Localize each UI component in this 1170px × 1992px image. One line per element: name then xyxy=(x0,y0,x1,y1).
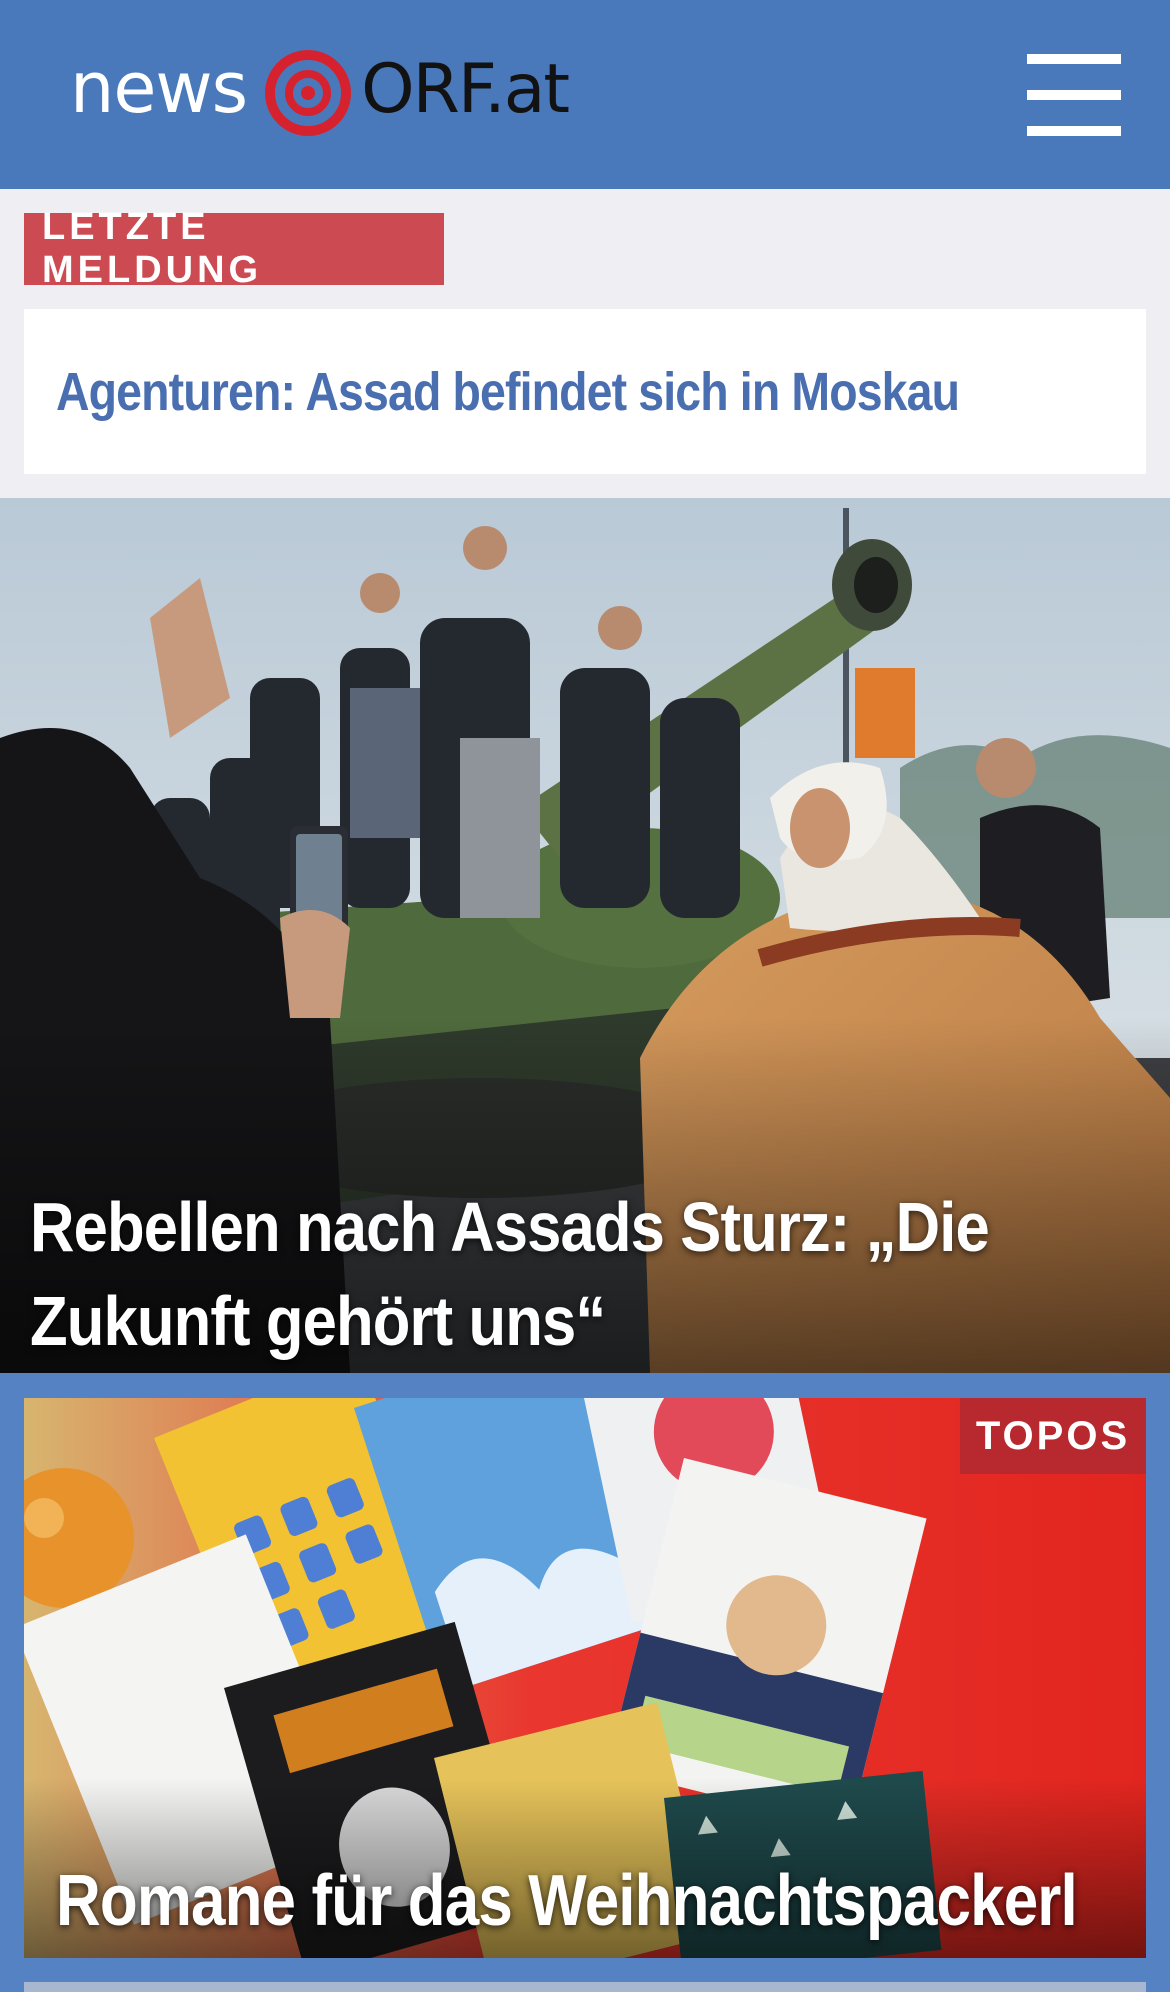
story-title[interactable]: Rebellen nach Assads Sturz: „Die Zukunft… xyxy=(30,1180,1007,1368)
logo-news-text: news xyxy=(70,47,248,129)
breaking-news-link[interactable]: Agenturen: Assad befindet sich in Moskau xyxy=(24,309,1146,474)
category-badge-topos[interactable]: TOPOS xyxy=(960,1398,1146,1474)
hamburger-menu-icon[interactable] xyxy=(1024,50,1124,140)
top-bar: news ORF.at xyxy=(0,0,1170,189)
story-title[interactable]: Romane für das Weihnachtspackerl xyxy=(56,1856,1078,1946)
orf-eye-icon xyxy=(265,50,352,136)
breaking-news-title: Agenturen: Assad befindet sich in Moskau xyxy=(56,361,960,422)
logo-orf-text: ORF.at xyxy=(361,50,570,129)
breaking-news-badge: LETZTE MELDUNG xyxy=(24,206,444,291)
orf-news-logo[interactable]: news ORF.at xyxy=(70,47,570,138)
next-story-card[interactable] xyxy=(24,1982,1146,1992)
